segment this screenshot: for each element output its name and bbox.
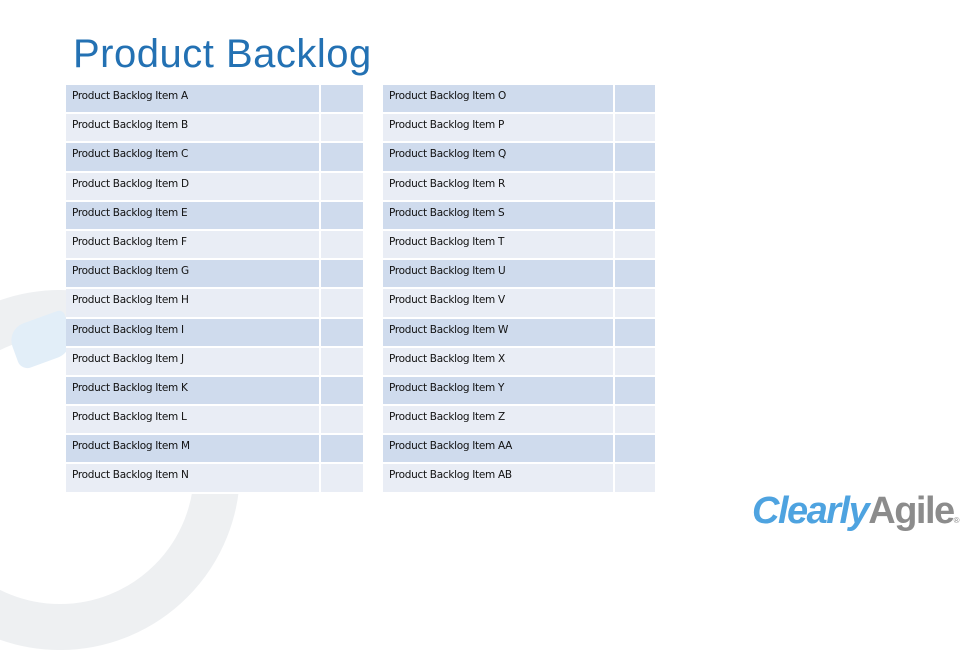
table-row: Product Backlog Item G <box>66 260 363 290</box>
logo-part-agile: Agile <box>868 490 955 532</box>
table-row: Product Backlog Item J <box>66 347 363 377</box>
backlog-item-cell: Product Backlog Item O <box>383 85 615 115</box>
backlog-item-cell: Product Backlog Item AB <box>383 464 615 494</box>
table-row: Product Backlog Item V <box>383 289 655 319</box>
table-row: Product Backlog Item U <box>383 260 655 290</box>
table-row: Product Backlog Item S <box>383 201 655 231</box>
backlog-item-cell: Product Backlog Item F <box>66 230 321 261</box>
backlog-value-cell <box>615 464 655 494</box>
backlog-value-cell <box>321 289 363 319</box>
backlog-item-cell: Product Backlog Item M <box>66 435 321 465</box>
table-row: Product Backlog Item L <box>66 406 363 436</box>
backlog-item-cell: Product Backlog Item K <box>66 376 321 407</box>
backlog-item-cell: Product Backlog Item P <box>383 114 615 144</box>
table-row: Product Backlog Item T <box>383 230 655 261</box>
backlog-item-cell: Product Backlog Item T <box>383 230 615 261</box>
backlog-value-cell <box>321 376 363 407</box>
backlog-value-cell <box>321 318 363 348</box>
table-row: Product Backlog Item W <box>383 318 655 348</box>
backlog-value-cell <box>321 85 363 115</box>
backlog-value-cell <box>615 318 655 348</box>
backlog-item-cell: Product Backlog Item U <box>383 260 615 290</box>
backlog-value-cell <box>615 143 655 173</box>
backlog-item-cell: Product Backlog Item A <box>66 85 321 115</box>
backlog-item-cell: Product Backlog Item C <box>66 143 321 173</box>
table-row: Product Backlog Item F <box>66 230 363 261</box>
backlog-item-cell: Product Backlog Item I <box>66 318 321 348</box>
registered-mark: ® <box>953 516 960 525</box>
backlog-item-cell: Product Backlog Item D <box>66 172 321 202</box>
backlog-item-cell: Product Backlog Item Y <box>383 376 615 407</box>
backlog-item-cell: Product Backlog Item Q <box>383 143 615 173</box>
backlog-value-cell <box>321 230 363 261</box>
backlog-value-cell <box>615 376 655 407</box>
backlog-item-cell: Product Backlog Item Z <box>383 406 615 436</box>
backlog-value-cell <box>321 464 363 494</box>
backlog-item-cell: Product Backlog Item L <box>66 406 321 436</box>
backlog-value-cell <box>615 201 655 231</box>
page-title: Product Backlog <box>73 32 372 76</box>
backlog-item-cell: Product Backlog Item W <box>383 318 615 348</box>
table-row: Product Backlog Item R <box>383 172 655 202</box>
backlog-value-cell <box>615 406 655 436</box>
table-row: Product Backlog Item Q <box>383 143 655 173</box>
backlog-item-cell: Product Backlog Item H <box>66 289 321 319</box>
backlog-item-cell: Product Backlog Item N <box>66 464 321 494</box>
table-row: Product Backlog Item Z <box>383 406 655 436</box>
backlog-value-cell <box>615 347 655 377</box>
backlog-table-right: Product Backlog Item O Product Backlog It… <box>383 85 655 494</box>
backlog-value-cell <box>321 347 363 377</box>
backlog-value-cell <box>615 172 655 202</box>
table-row: Product Backlog Item A <box>66 85 363 115</box>
backlog-item-cell: Product Backlog Item G <box>66 260 321 290</box>
backlog-value-cell <box>321 201 363 231</box>
table-row: Product Backlog Item AB <box>383 464 655 494</box>
backlog-value-cell <box>615 85 655 115</box>
backlog-item-cell: Product Backlog Item AA <box>383 435 615 465</box>
logo-part-clearly: Clearly <box>752 490 870 532</box>
backlog-value-cell <box>321 114 363 144</box>
table-row: Product Backlog Item E <box>66 201 363 231</box>
backlog-value-cell <box>321 172 363 202</box>
backlog-value-cell <box>321 435 363 465</box>
table-row: Product Backlog Item K <box>66 376 363 407</box>
backlog-value-cell <box>615 114 655 144</box>
backlog-value-cell <box>615 289 655 319</box>
backlog-value-cell <box>321 406 363 436</box>
table-row: Product Backlog Item B <box>66 114 363 144</box>
backlog-value-cell <box>615 260 655 290</box>
backlog-item-cell: Product Backlog Item V <box>383 289 615 319</box>
backlog-value-cell <box>321 143 363 173</box>
table-row: Product Backlog Item AA <box>383 435 655 465</box>
backlog-value-cell <box>321 260 363 290</box>
backlog-item-cell: Product Backlog Item J <box>66 347 321 377</box>
table-row: Product Backlog Item M <box>66 435 363 465</box>
clearly-agile-logo: ClearlyAgile® <box>752 490 960 533</box>
table-row: Product Backlog Item Y <box>383 376 655 407</box>
table-row: Product Backlog Item P <box>383 114 655 144</box>
backlog-item-cell: Product Backlog Item E <box>66 201 321 231</box>
backlog-item-cell: Product Backlog Item X <box>383 347 615 377</box>
backlog-item-cell: Product Backlog Item R <box>383 172 615 202</box>
backlog-item-cell: Product Backlog Item S <box>383 201 615 231</box>
backlog-item-cell: Product Backlog Item B <box>66 114 321 144</box>
table-row: Product Backlog Item H <box>66 289 363 319</box>
table-row: Product Backlog Item X <box>383 347 655 377</box>
table-row: Product Backlog Item C <box>66 143 363 173</box>
table-row: Product Backlog Item D <box>66 172 363 202</box>
table-row: Product Backlog Item O <box>383 85 655 115</box>
backlog-value-cell <box>615 230 655 261</box>
backlog-table-left: Product Backlog Item A Product Backlog It… <box>66 85 363 494</box>
table-row: Product Backlog Item N <box>66 464 363 494</box>
table-row: Product Backlog Item I <box>66 318 363 348</box>
backlog-value-cell <box>615 435 655 465</box>
